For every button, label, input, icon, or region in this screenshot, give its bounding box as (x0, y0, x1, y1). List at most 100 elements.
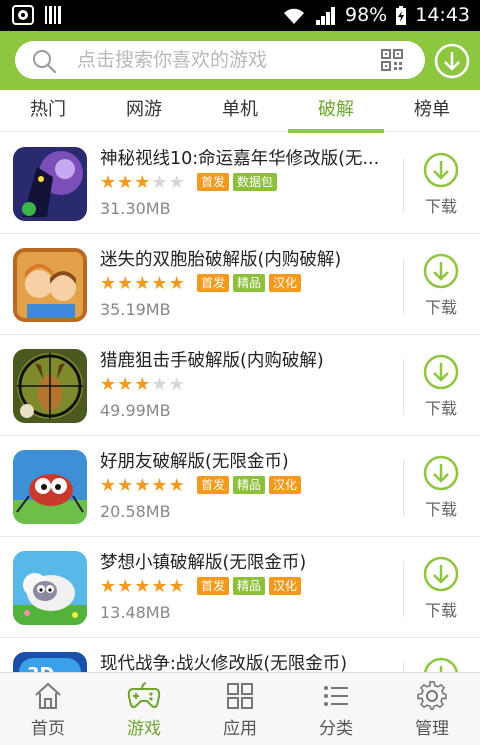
download-icon (423, 354, 459, 390)
rating-stars: ★ ★ ★ ★ ★ (100, 274, 185, 294)
download-icon (423, 657, 459, 673)
tab-single[interactable]: 单机 (192, 90, 288, 132)
badge: 汉化 (269, 274, 302, 292)
badge: 精品 (233, 577, 266, 595)
download-manager-icon[interactable] (433, 42, 471, 80)
game-title: 神秘视线10:命运嘉年华修改版(无... (100, 149, 380, 169)
tab-online[interactable]: 网游 (96, 90, 192, 132)
qr-scan-icon[interactable] (381, 49, 403, 71)
nav-manage[interactable]: 管理 (384, 673, 480, 745)
download-icon (423, 152, 459, 188)
game-list-item[interactable]: 迷失的双胞胎破解版(内购破解) ★ ★ ★ ★ ★ 首发 精品 汉化 35.19MB 下… (0, 234, 480, 335)
download-button[interactable]: 下载 (415, 454, 467, 524)
file-size: 20.58MB (100, 502, 171, 521)
star-empty-icon: ★ (168, 172, 185, 193)
badge: 首发 (197, 274, 230, 292)
divider (403, 561, 404, 617)
game-list-item[interactable]: 神秘视线10:命运嘉年华修改版(无... ★ ★ ★ ★ ★ 首发 数据包 31.30M… (0, 133, 480, 234)
badge: 汉化 (269, 476, 302, 494)
star-filled-icon: ★ (100, 172, 117, 193)
game-list-item[interactable]: 好朋友破解版(无限金币) ★ ★ ★ ★ ★ 首发 精品 汉化 20.58MB 下载 (0, 436, 480, 537)
game-icon (13, 551, 87, 625)
game-icon: 3D (13, 652, 87, 673)
download-icon (423, 556, 459, 592)
tab-rankings[interactable]: 榜单 (384, 90, 480, 132)
rating-stars: ★ ★ ★ ★ ★ (100, 476, 185, 496)
tab-hot[interactable]: 热门 (0, 90, 96, 132)
badge-group: 首发 数据包 (197, 173, 278, 191)
badge: 汉化 (269, 577, 302, 595)
game-title: 猎鹿狙击手破解版(内购破解) (100, 351, 324, 371)
star-filled-icon: ★ (168, 576, 185, 597)
game-title: 迷失的双胞胎破解版(内购破解) (100, 250, 342, 270)
nav-label: 首页 (31, 719, 65, 739)
star-filled-icon: ★ (134, 475, 151, 496)
download-button[interactable] (415, 656, 467, 673)
star-empty-icon: ★ (151, 374, 168, 395)
top-bar (0, 31, 480, 90)
badge: 首发 (197, 173, 230, 191)
game-list-item[interactable]: 3D 现代战争:战火修改版(无限金币) (0, 638, 480, 673)
download-button[interactable]: 下载 (415, 151, 467, 221)
badge: 精品 (233, 274, 266, 292)
download-label: 下载 (424, 601, 457, 620)
tab-cracked[interactable]: 破解 (288, 90, 384, 133)
barcode-notification-icon (45, 6, 61, 24)
file-size: 31.30MB (100, 199, 171, 218)
star-filled-icon: ★ (100, 475, 117, 496)
star-filled-icon: ★ (117, 374, 134, 395)
nav-games[interactable]: 游戏 (96, 673, 192, 745)
search-icon (33, 50, 57, 74)
game-list-item[interactable]: 梦想小镇破解版(无限金币) ★ ★ ★ ★ ★ 首发 精品 汉化 13.48MB 下载 (0, 537, 480, 638)
app-screen: 98% 14:43 点击搜索你喜欢的游戏 热门 网游 单机 破解 榜单 神秘视线… (0, 0, 480, 745)
file-size: 35.19MB (100, 300, 171, 319)
search-box[interactable] (15, 41, 425, 79)
download-button[interactable]: 下载 (415, 252, 467, 322)
bottom-nav: 首页 游戏 应用 分类 管理 (0, 672, 480, 745)
download-button[interactable]: 下载 (415, 555, 467, 625)
divider (403, 359, 404, 415)
star-empty-icon: ★ (168, 374, 185, 395)
search-input[interactable] (77, 41, 377, 79)
wifi-icon (284, 8, 304, 24)
star-filled-icon: ★ (134, 576, 151, 597)
badge-group: 首发 精品 汉化 (197, 476, 302, 494)
divider (403, 258, 404, 314)
nav-label: 游戏 (127, 719, 161, 739)
star-filled-icon: ★ (117, 475, 134, 496)
star-filled-icon: ★ (151, 475, 168, 496)
game-icon (13, 147, 87, 221)
game-title: 好朋友破解版(无限金币) (100, 452, 289, 472)
signal-icon (316, 6, 335, 25)
list-icon (324, 686, 348, 706)
battery-percent: 98% (345, 4, 388, 26)
game-icon (13, 450, 87, 524)
file-size: 13.48MB (100, 603, 171, 622)
download-icon (423, 455, 459, 491)
download-button[interactable]: 下载 (415, 353, 467, 423)
nav-categories[interactable]: 分类 (288, 673, 384, 745)
category-tabs: 热门 网游 单机 破解 榜单 (0, 90, 480, 133)
badge: 数据包 (233, 173, 278, 191)
star-filled-icon: ★ (100, 273, 117, 294)
badge: 首发 (197, 476, 230, 494)
game-list-item[interactable]: 猎鹿狙击手破解版(内购破解) ★ ★ ★ ★ ★ 49.99MB 下载 (0, 335, 480, 436)
home-icon (35, 682, 61, 709)
game-title: 现代战争:战火修改版(无限金币) (100, 654, 348, 673)
nav-label: 分类 (319, 719, 353, 739)
star-filled-icon: ★ (117, 273, 134, 294)
download-label: 下载 (424, 298, 457, 317)
nav-home[interactable]: 首页 (0, 673, 96, 745)
nav-label: 应用 (223, 719, 257, 739)
apps-grid-icon (227, 683, 253, 709)
divider (403, 157, 404, 213)
star-filled-icon: ★ (134, 172, 151, 193)
status-bar: 98% 14:43 (0, 0, 480, 31)
star-filled-icon: ★ (117, 576, 134, 597)
badge: 首发 (197, 577, 230, 595)
star-filled-icon: ★ (134, 273, 151, 294)
nav-apps[interactable]: 应用 (192, 673, 288, 745)
game-icon (13, 248, 87, 322)
game-list: 神秘视线10:命运嘉年华修改版(无... ★ ★ ★ ★ ★ 首发 数据包 31.30M… (0, 133, 480, 673)
rating-stars: ★ ★ ★ ★ ★ (100, 577, 185, 597)
